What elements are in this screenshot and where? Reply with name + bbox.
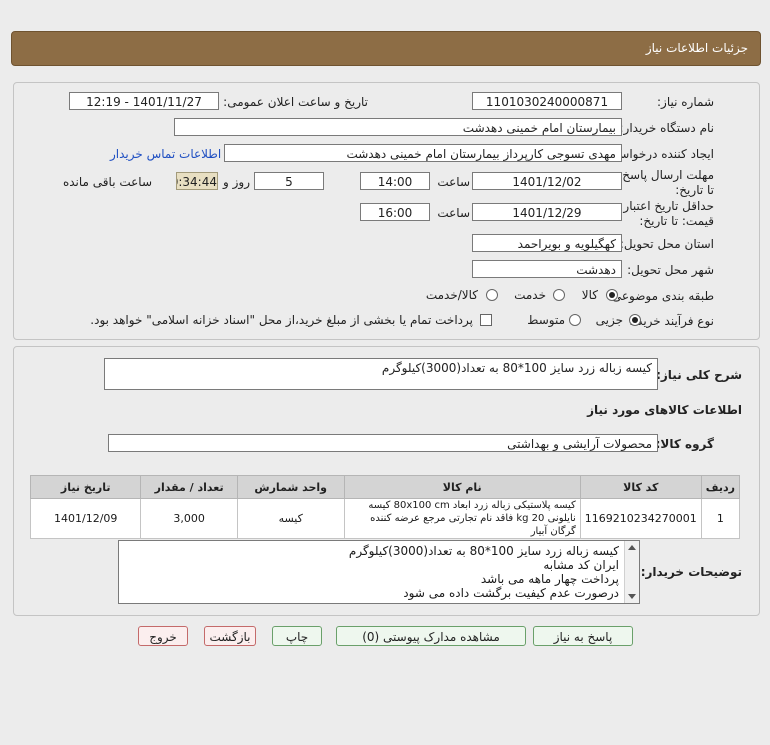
remaining-label: ساعت باقی مانده — [62, 175, 152, 189]
back-button[interactable]: بازگشت — [204, 626, 256, 646]
category-label: طبقه بندی موضوعی: — [607, 289, 714, 303]
validity-time-field: 16:00 — [360, 203, 430, 221]
process-label: نوع فرآیند خرید : — [629, 314, 714, 328]
category-goods-label: کالا — [581, 288, 598, 302]
reply-time-field: 14:00 — [360, 172, 430, 190]
process-radio-medium[interactable] — [569, 314, 581, 326]
col-name: نام کالا — [343, 475, 581, 499]
treasury-text: پرداخت تمام یا بخشی از مبلغ خرید،از محل … — [90, 313, 473, 327]
note-line: کیسه زباله زرد سایز 100*80 به تعداد(3000… — [348, 544, 619, 558]
table-row: 1 1169210234270001 کیسه پلاستیکی زباله ز… — [29, 498, 741, 539]
province-field: کهگیلویه و بویراحمد — [472, 234, 622, 252]
category-service-label: خدمت — [514, 288, 546, 302]
summary-label: شرح کلی نیاز: — [656, 368, 742, 382]
days-field: 5 — [254, 172, 324, 190]
buyer-notes-label: توضیحات خریدار: — [640, 565, 742, 579]
contact-link[interactable]: اطلاعات تماس خریدار — [110, 147, 221, 161]
note-line: ایران کد مشابه — [543, 558, 619, 572]
cell-code: 1169210234270001 — [579, 498, 702, 539]
category-goods-service-label: کالا/خدمت — [425, 288, 478, 302]
scroll-up-icon[interactable] — [628, 545, 636, 550]
category-radio-service[interactable] — [553, 289, 565, 301]
city-label: شهر محل تحویل: — [627, 263, 714, 277]
remaining-time-field: 00:34:44 — [176, 172, 218, 190]
col-date: تاریخ نیاز — [29, 475, 142, 499]
cell-qty: 3,000 — [140, 498, 238, 539]
buyer-org-label: نام دستگاه خریدار: — [619, 121, 715, 135]
col-row: ردیف — [700, 475, 741, 499]
process-radio-minor[interactable] — [629, 314, 641, 326]
note-line: درصورت عدم کیفیت برگشت داده می شود — [403, 586, 619, 600]
col-qty: تعداد / مقدار — [140, 475, 238, 499]
summary-field: کیسه زباله زرد سایز 100*80 به تعداد(3000… — [104, 358, 658, 390]
province-label: استان محل تحویل: — [619, 237, 714, 251]
cell-unit: کیسه — [236, 498, 345, 539]
cell-name: کیسه پلاستیکی زباله زرد ابعاد 80x100 cm … — [343, 498, 581, 539]
process-minor-label: جزیی — [595, 313, 623, 327]
print-button[interactable]: چاپ — [272, 626, 322, 646]
buyer-notes-box[interactable]: کیسه زباله زرد سایز 100*80 به تعداد(3000… — [118, 540, 640, 604]
announce-label: تاریخ و ساعت اعلان عمومی: — [223, 95, 368, 109]
validity-date-field: 1401/12/29 — [472, 203, 622, 221]
note-line: پرداخت چهار ماهه می باشد — [480, 572, 619, 586]
announce-field: 1401/11/27 - 12:19 — [69, 92, 219, 110]
col-code: کد کالا — [579, 475, 702, 499]
col-unit: واحد شمارش — [236, 475, 345, 499]
cell-row: 1 — [700, 498, 741, 539]
reply-button[interactable]: پاسخ به نیاز — [533, 626, 633, 646]
city-field: دهدشت — [472, 260, 622, 278]
attachments-button[interactable]: مشاهده مدارک پیوستی (0) — [336, 626, 526, 646]
goods-table: ردیف کد کالا نام کالا واحد شمارش تعداد /… — [29, 475, 741, 539]
creator-field: مهدی تسوجی کارپرداز بیمارستان امام خمینی… — [224, 144, 622, 162]
days-label: روز و — [223, 175, 250, 189]
need-number-field: 1101030240000871 — [472, 92, 622, 110]
goods-group-field: محصولات آرایشی و بهداشتی — [108, 434, 658, 452]
cell-date: 1401/12/09 — [29, 498, 142, 539]
reply-deadline-label: مهلت ارسال پاسخ: تا تاریخ: — [618, 168, 714, 197]
page-header: جزئیات اطلاعات نیاز — [11, 31, 761, 66]
buyer-org-field: بیمارستان امام خمینی دهدشت — [174, 118, 622, 136]
exit-button[interactable]: خروج — [138, 626, 188, 646]
validity-time-label: ساعت — [437, 206, 470, 220]
page-title: جزئیات اطلاعات نیاز — [645, 41, 748, 55]
process-medium-label: متوسط — [527, 313, 565, 327]
reply-date-field: 1401/12/02 — [472, 172, 622, 190]
goods-info-title: اطلاعات کالاهای مورد نیاز — [587, 403, 742, 417]
treasury-checkbox[interactable] — [480, 314, 492, 326]
goods-group-label: گروه کالا: — [655, 437, 714, 451]
reply-time-label: ساعت — [437, 175, 470, 189]
category-radio-goods-service[interactable] — [486, 289, 498, 301]
buyer-notes-scrollbar[interactable] — [624, 541, 639, 603]
scroll-down-icon[interactable] — [628, 594, 636, 599]
category-radio-goods[interactable] — [606, 289, 618, 301]
need-number-label: شماره نیاز: — [657, 95, 714, 109]
